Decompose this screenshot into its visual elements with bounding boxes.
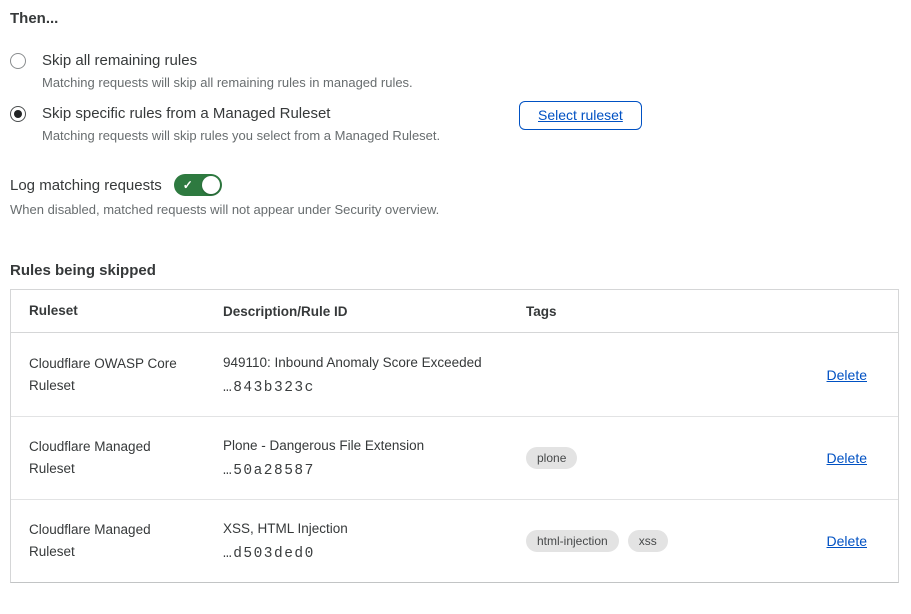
log-matching-requests-label: Log matching requests <box>10 177 162 194</box>
rules-being-skipped-heading: Rules being skipped <box>10 262 156 279</box>
rules-table-header: Ruleset Description/Rule ID Tags <box>11 290 898 333</box>
radio-skip-specific[interactable] <box>10 106 26 122</box>
option-skip-specific-description: Matching requests will skip rules you se… <box>42 128 440 144</box>
option-skip-specific: Skip specific rules from a Managed Rules… <box>10 104 440 144</box>
delete-link[interactable]: Delete <box>827 533 867 549</box>
delete-link[interactable]: Delete <box>827 367 867 383</box>
select-ruleset-button-label: Select ruleset <box>538 107 623 123</box>
rule-description: Plone - Dangerous File Extension <box>223 437 510 454</box>
option-skip-all: Skip all remaining rules Matching reques… <box>10 51 413 91</box>
column-header-ruleset: Ruleset <box>11 300 223 322</box>
column-header-tags: Tags <box>526 304 748 319</box>
log-toggle-description: When disabled, matched requests will not… <box>10 202 439 218</box>
select-ruleset-button[interactable]: Select ruleset <box>519 101 642 130</box>
tag-pill: xss <box>628 530 668 552</box>
ruleset-cell: Cloudflare Managed Ruleset <box>11 519 223 563</box>
option-skip-all-text: Skip all remaining rules Matching reques… <box>42 51 413 91</box>
action-cell: Delete <box>748 533 898 549</box>
table-row: Cloudflare OWASP Core Ruleset 949110: In… <box>11 333 898 416</box>
rule-description: 949110: Inbound Anomaly Score Exceeded <box>223 354 510 371</box>
rule-id: …843b323c <box>223 380 510 396</box>
tag-pill: html-injection <box>526 530 619 552</box>
check-icon: ✓ <box>183 179 193 191</box>
ruleset-cell: Cloudflare Managed Ruleset <box>11 436 223 480</box>
action-cell: Delete <box>748 367 898 383</box>
rule-description: XSS, HTML Injection <box>223 520 510 537</box>
option-skip-all-description: Matching requests will skip all remainin… <box>42 75 413 91</box>
description-cell: XSS, HTML Injection …d503ded0 <box>223 520 526 562</box>
action-cell: Delete <box>748 450 898 466</box>
option-skip-specific-label[interactable]: Skip specific rules from a Managed Rules… <box>42 104 440 123</box>
rules-table: Ruleset Description/Rule ID Tags Cloudfl… <box>10 289 899 583</box>
description-cell: Plone - Dangerous File Extension …50a285… <box>223 437 526 479</box>
table-row: Cloudflare Managed Ruleset Plone - Dange… <box>11 416 898 499</box>
table-row: Cloudflare Managed Ruleset XSS, HTML Inj… <box>11 499 898 582</box>
delete-link[interactable]: Delete <box>827 450 867 466</box>
option-skip-all-label[interactable]: Skip all remaining rules <box>42 51 413 70</box>
option-skip-specific-text: Skip specific rules from a Managed Rules… <box>42 104 440 144</box>
description-cell: 949110: Inbound Anomaly Score Exceeded …… <box>223 354 526 396</box>
toggle-knob-handle[interactable] <box>202 176 220 194</box>
then-heading: Then... <box>10 10 58 27</box>
ruleset-cell: Cloudflare OWASP Core Ruleset <box>11 353 223 397</box>
rule-id: …50a28587 <box>223 463 510 479</box>
tags-cell: html-injection xss <box>526 530 748 552</box>
radio-skip-all[interactable] <box>10 53 26 69</box>
tag-pill: plone <box>526 447 577 469</box>
log-toggle-switch[interactable]: ✓ <box>174 174 222 196</box>
log-matching-requests-row: Log matching requests ✓ <box>10 174 222 196</box>
rule-id: …d503ded0 <box>223 546 510 562</box>
tags-cell: plone <box>526 447 748 469</box>
column-header-description-rule-id: Description/Rule ID <box>223 304 526 319</box>
